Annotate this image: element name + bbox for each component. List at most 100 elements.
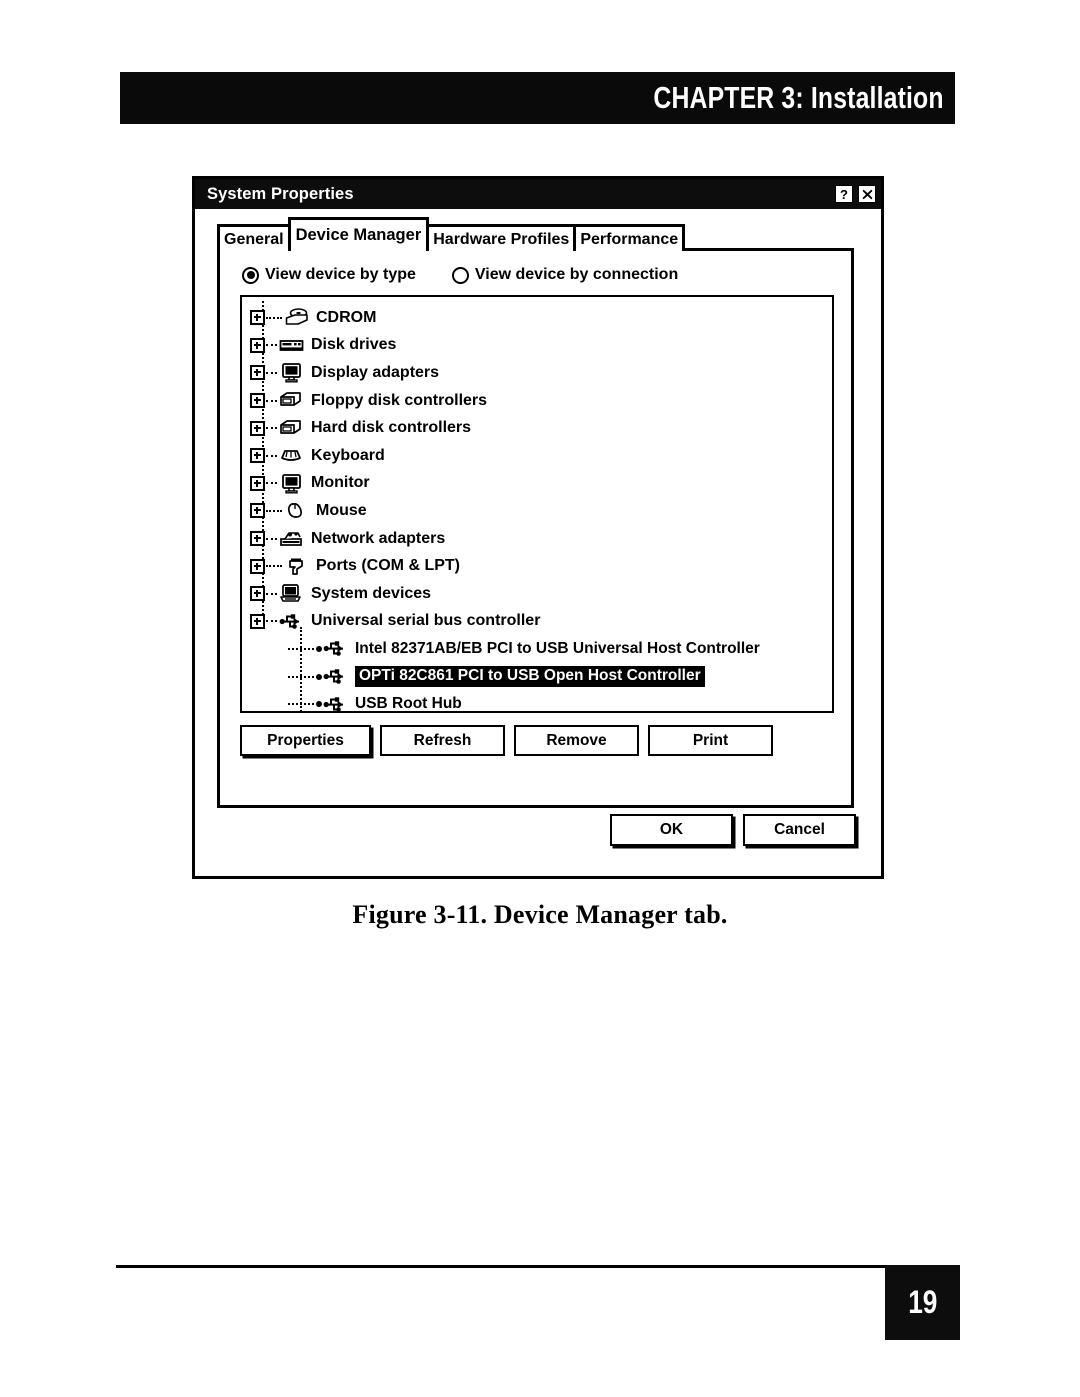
cancel-button[interactable]: Cancel — [743, 814, 856, 846]
tab-hardware-profiles[interactable]: Hardware Profiles — [426, 224, 577, 251]
tree-row-opti-host-controller[interactable]: OPTi 82C861 PCI to USB Open Host Control… — [242, 663, 832, 691]
tree-row-usb-controller[interactable]: Universal serial bus controller — [242, 608, 832, 636]
chapter-title: CHAPTER 3: Installation — [653, 80, 944, 115]
expand-plus-icon[interactable] — [250, 531, 265, 547]
tree-label: Ports (COM & LPT) — [316, 557, 460, 575]
tree-label: Keyboard — [311, 446, 385, 464]
tree-connector — [266, 344, 277, 347]
remove-button[interactable]: Remove — [514, 725, 639, 756]
expand-plus-icon[interactable] — [250, 558, 265, 574]
keyboard-icon — [279, 445, 304, 466]
tree-label: CDROM — [316, 308, 377, 326]
expand-plus-icon[interactable] — [250, 613, 265, 629]
controller-icon — [279, 418, 304, 439]
usb-icon — [323, 694, 348, 711]
tree-label: System devices — [311, 584, 432, 602]
help-button[interactable]: ? — [835, 185, 853, 203]
tree-connector — [266, 592, 277, 595]
tab-general[interactable]: General — [217, 224, 291, 251]
tree-connector — [266, 454, 277, 457]
tree-label: Hard disk controllers — [311, 419, 472, 437]
tab-device-manager-label: Device Manager — [295, 225, 422, 244]
tree-row-cdrom[interactable]: CDROM — [242, 304, 832, 332]
tree-label: Intel 82371AB/EB PCI to USB Universal Ho… — [355, 640, 760, 658]
tree-row-ports[interactable]: Ports (COM & LPT) — [242, 552, 832, 580]
expand-plus-icon[interactable] — [250, 420, 265, 436]
tree-label: Monitor — [311, 474, 370, 492]
mouse-icon — [284, 500, 309, 521]
tree-label: Floppy disk controllers — [311, 391, 488, 409]
tree-row-floppy-disk-controllers[interactable]: Floppy disk controllers — [242, 387, 832, 415]
question-mark-icon: ? — [840, 186, 848, 202]
tree-connector — [266, 482, 277, 485]
computer-icon — [279, 583, 304, 604]
expand-plus-icon[interactable] — [250, 310, 265, 326]
tree-node-dot — [316, 701, 322, 708]
tree-label: USB Root Hub — [355, 695, 462, 713]
print-button[interactable]: Print — [648, 725, 773, 756]
tree-row-display-adapters[interactable]: Display adapters — [242, 359, 832, 387]
tree-row-mouse[interactable]: Mouse — [242, 497, 832, 525]
close-button[interactable] — [858, 185, 876, 203]
figure-caption: Figure 3-11. Device Manager tab. — [352, 900, 728, 929]
page-number: 19 — [907, 1284, 938, 1320]
tree-connector — [266, 537, 277, 540]
tree-row-monitor[interactable]: Monitor — [242, 470, 832, 498]
radio-view-by-connection-label: View device by connection — [474, 266, 679, 283]
tree-label: Network adapters — [311, 529, 446, 547]
view-mode-radio-group: View device by type View device by conne… — [220, 251, 851, 284]
port-plug-icon — [284, 556, 309, 577]
tree-connector — [288, 675, 314, 678]
tree-connector — [266, 565, 282, 568]
expand-plus-icon[interactable] — [250, 503, 265, 519]
tree-row-keyboard[interactable]: Keyboard — [242, 442, 832, 470]
tree-row-system-devices[interactable]: System devices — [242, 580, 832, 608]
radio-view-by-type-label: View device by type — [265, 266, 416, 283]
tree-node-dot — [316, 673, 322, 680]
tree-row-disk-drives[interactable]: Disk drives — [242, 332, 832, 360]
tree-label: Display adapters — [311, 363, 440, 381]
usb-icon — [279, 611, 304, 632]
print-button-label: Print — [692, 731, 729, 749]
close-icon — [862, 189, 872, 199]
expand-plus-icon[interactable] — [250, 475, 265, 491]
ok-button[interactable]: OK — [610, 814, 733, 846]
ok-button-label: OK — [659, 821, 684, 838]
tree-label: Mouse — [316, 501, 367, 519]
chapter-header-bar: CHAPTER 3: Installation — [120, 72, 955, 124]
expand-plus-icon[interactable] — [250, 586, 265, 602]
tree-connector — [266, 509, 282, 512]
tree-connector — [288, 647, 314, 650]
tree-connector — [266, 399, 277, 402]
refresh-button-label: Refresh — [413, 731, 472, 749]
tree-connector — [266, 620, 277, 623]
remove-button-label: Remove — [546, 731, 607, 749]
dialog-footer-buttons: OK Cancel — [610, 814, 865, 846]
refresh-button[interactable]: Refresh — [380, 725, 505, 756]
tab-performance-label: Performance — [580, 230, 679, 248]
tree-row-usb-root-hub-1[interactable]: USB Root Hub — [242, 690, 832, 713]
radio-view-by-type[interactable]: View device by type — [242, 266, 416, 284]
expand-plus-icon[interactable] — [250, 365, 265, 381]
radio-unselected-icon — [451, 266, 469, 284]
dialog-title-bar: System Properties ? — [195, 179, 881, 209]
tree-connector — [288, 703, 314, 706]
radio-view-by-connection[interactable]: View device by connection — [451, 266, 679, 284]
tab-performance[interactable]: Performance — [573, 224, 686, 251]
tab-device-manager[interactable]: Device Manager — [287, 217, 430, 251]
monitor-icon — [279, 362, 304, 383]
tab-strip: General Device Manager Hardware Profiles… — [217, 217, 881, 251]
dialog-title: System Properties — [207, 184, 354, 203]
tree-label-selected: OPTi 82C861 PCI to USB Open Host Control… — [355, 666, 705, 687]
monitor-icon — [279, 473, 304, 494]
usb-icon — [323, 638, 348, 659]
expand-plus-icon[interactable] — [250, 337, 265, 353]
tree-row-network-adapters[interactable]: Network adapters — [242, 525, 832, 553]
properties-button[interactable]: Properties — [240, 725, 371, 756]
tree-row-hard-disk-controllers[interactable]: Hard disk controllers — [242, 414, 832, 442]
cdrom-icon — [284, 307, 309, 328]
device-tree[interactable]: CDROM Disk drives Display adapters Flopp… — [240, 295, 834, 713]
expand-plus-icon[interactable] — [250, 393, 265, 409]
tree-row-intel-host-controller[interactable]: Intel 82371AB/EB PCI to USB Universal Ho… — [242, 635, 832, 663]
expand-plus-icon[interactable] — [250, 448, 265, 464]
